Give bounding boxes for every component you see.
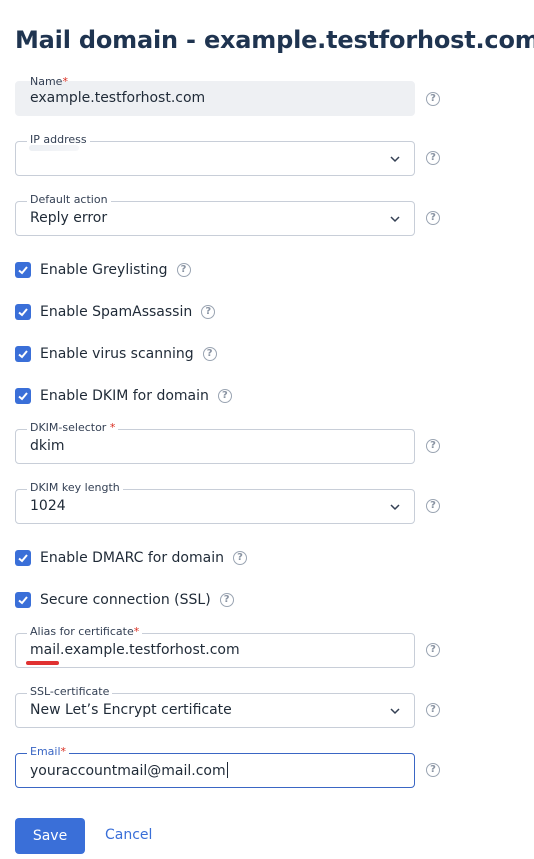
dkim-selector-label: DKIM-selector * — [27, 421, 119, 435]
checkmark-icon — [18, 350, 28, 359]
save-button[interactable]: Save — [15, 818, 85, 854]
annotation-underline — [26, 661, 59, 665]
email-value-wrap: youraccountmail@mail.com — [30, 762, 228, 779]
ssl-certificate-label: SSL-certificate — [27, 685, 113, 699]
ip-address-placeholder — [29, 145, 79, 151]
dkim-key-length-help-icon[interactable]: ? — [426, 499, 440, 513]
dmarc-label: Enable DMARC for domain — [40, 550, 224, 566]
spamassassin-row: Enable SpamAssassin ? — [15, 302, 216, 322]
default-action-select[interactable]: Default action Reply error — [15, 193, 415, 236]
dkim-selector-help-icon[interactable]: ? — [426, 439, 440, 453]
ssl-row: Secure connection (SSL) ? — [15, 590, 234, 610]
ssl-label: Secure connection (SSL) — [40, 592, 211, 608]
title-row: Mail domain - example.testforhost.com — [15, 26, 534, 54]
email-label: Email* — [27, 745, 70, 759]
chevron-down-icon[interactable] — [389, 153, 401, 165]
chevron-down-icon[interactable] — [389, 705, 401, 717]
ssl-certificate-select[interactable]: SSL-certificate New Let’s Encrypt certif… — [15, 685, 415, 728]
spamassassin-checkbox[interactable] — [15, 304, 31, 320]
virus-scanning-help-icon[interactable]: ? — [202, 347, 217, 361]
virus-scanning-checkbox[interactable] — [15, 346, 31, 362]
dkim-selector-input[interactable]: DKIM-selector * dkim — [15, 421, 415, 464]
text-caret — [226, 762, 228, 778]
name-field: Name* example.testforhost.com — [15, 75, 415, 116]
alias-certificate-help-icon[interactable]: ? — [426, 643, 440, 657]
ip-address-select[interactable]: IP address — [15, 133, 415, 176]
ssl-certificate-help-icon[interactable]: ? — [426, 703, 440, 717]
dmarc-row: Enable DMARC for domain ? — [15, 548, 247, 568]
email-value: youraccountmail@mail.com — [30, 763, 226, 779]
default-action-label: Default action — [27, 193, 111, 207]
greylisting-checkbox[interactable] — [15, 262, 31, 278]
checkmark-icon — [18, 392, 28, 401]
ssl-help-icon[interactable]: ? — [219, 593, 234, 607]
email-input[interactable]: Email* youraccountmail@mail.com — [15, 745, 415, 788]
checkmark-icon — [18, 308, 28, 317]
greylisting-help-icon[interactable]: ? — [176, 263, 191, 277]
chevron-down-icon[interactable] — [389, 213, 401, 225]
dkim-key-length-value: 1024 — [30, 498, 66, 514]
name-value: example.testforhost.com — [30, 90, 206, 106]
greylisting-label: Enable Greylisting — [40, 262, 168, 278]
default-action-value: Reply error — [30, 210, 108, 226]
virus-scanning-label: Enable virus scanning — [40, 346, 194, 362]
dkim-label: Enable DKIM for domain — [40, 388, 209, 404]
dkim-key-length-label: DKIM key length — [27, 481, 123, 495]
checkmark-icon — [18, 596, 28, 605]
dkim-key-length-select[interactable]: DKIM key length 1024 — [15, 481, 415, 524]
chevron-down-icon[interactable] — [389, 501, 401, 513]
dmarc-checkbox[interactable] — [15, 550, 31, 566]
virus-scanning-row: Enable virus scanning ? — [15, 344, 217, 364]
ssl-certificate-value: New Let’s Encrypt certificate — [30, 702, 232, 718]
dkim-row: Enable DKIM for domain ? — [15, 386, 232, 406]
page-title: Mail domain - example.testforhost.com — [15, 26, 534, 54]
dkim-selector-value: dkim — [30, 438, 65, 454]
name-help-icon[interactable]: ? — [426, 92, 440, 106]
dmarc-help-icon[interactable]: ? — [232, 551, 247, 565]
spamassassin-label: Enable SpamAssassin — [40, 304, 193, 320]
default-action-help-icon[interactable]: ? — [426, 211, 440, 225]
alias-certificate-value: mail.example.testforhost.com — [30, 642, 240, 658]
alias-certificate-label: Alias for certificate* — [27, 625, 143, 639]
name-label: Name* — [30, 75, 68, 88]
email-help-icon[interactable]: ? — [426, 763, 440, 777]
spamassassin-help-icon[interactable]: ? — [201, 305, 216, 319]
cancel-button[interactable]: Cancel — [105, 827, 152, 843]
ssl-checkbox[interactable] — [15, 592, 31, 608]
greylisting-row: Enable Greylisting ? — [15, 260, 191, 280]
checkmark-icon — [18, 266, 28, 275]
dkim-help-icon[interactable]: ? — [217, 389, 232, 403]
dkim-checkbox[interactable] — [15, 388, 31, 404]
alias-certificate-input[interactable]: Alias for certificate* mail.example.test… — [15, 625, 415, 668]
ip-address-help-icon[interactable]: ? — [426, 151, 440, 165]
checkmark-icon — [18, 554, 28, 563]
